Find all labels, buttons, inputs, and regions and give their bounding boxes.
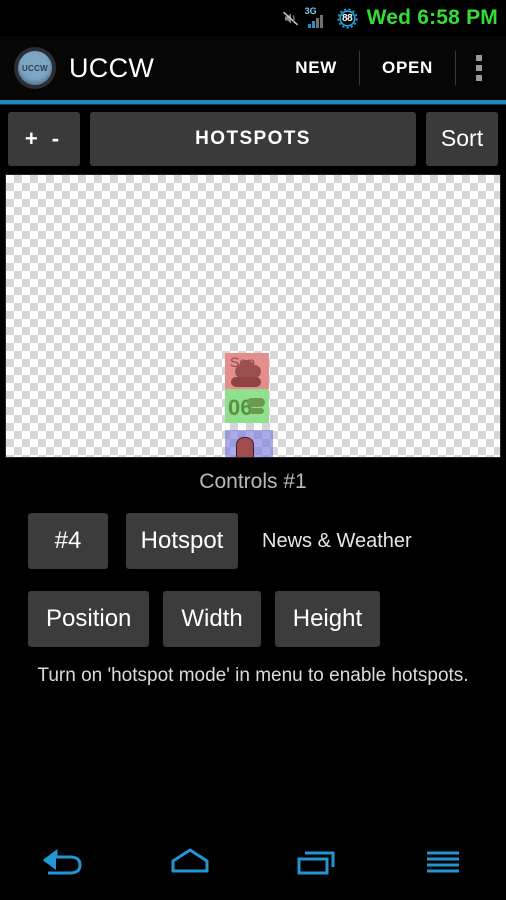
controls-title: Controls #1 — [199, 470, 307, 493]
action-bar: UCCW UCCW NEW OPEN — [0, 36, 506, 100]
sort-button[interactable]: Sort — [426, 111, 498, 166]
editor-toolbar: + - HOTSPOTS Sort — [0, 105, 506, 172]
battery-bar — [236, 437, 254, 457]
home-icon[interactable] — [148, 830, 232, 892]
battery-level-label: 88 — [341, 12, 353, 24]
new-button[interactable]: NEW — [273, 45, 359, 91]
cloud-shape — [247, 398, 265, 407]
add-remove-button[interactable]: + - — [8, 111, 80, 166]
controls-row-primary: #4 Hotspot News & Weather — [0, 512, 506, 570]
cloud-shape — [250, 408, 264, 414]
hotspot-region-2[interactable]: 06 — [225, 389, 269, 423]
width-button[interactable]: Width — [163, 591, 261, 647]
logo-label: UCCW — [21, 63, 49, 73]
app-root: 3G 88 Wed 6:58 PM UCCW UCCW NEW OPEN + -… — [0, 0, 506, 900]
controls-row-secondary: Position Width Height — [0, 590, 506, 648]
page-title: UCCW — [69, 52, 155, 83]
recent-apps-icon[interactable] — [274, 830, 358, 892]
hotspot-mode-hint: Turn on 'hotspot mode' in menu to enable… — [37, 665, 469, 686]
position-button[interactable]: Position — [28, 591, 150, 647]
status-bar: 3G 88 Wed 6:58 PM — [0, 0, 506, 36]
hotspots-button[interactable]: HOTSPOTS — [90, 111, 416, 166]
hotspot-association-label: News & Weather — [262, 529, 412, 552]
menu-lines-icon[interactable] — [401, 830, 485, 892]
uccw-logo-icon: UCCW — [14, 47, 56, 89]
widget-preview-canvas[interactable]: Sep 06 Battery 3 Wed Thu — [5, 174, 501, 458]
object-index-button[interactable]: #4 — [28, 513, 108, 569]
back-arrow-icon[interactable] — [21, 830, 105, 892]
cloud-shape — [231, 377, 261, 387]
battery-gear-icon: 88 — [337, 8, 358, 29]
open-button[interactable]: OPEN — [360, 45, 455, 91]
status-icons: 3G 88 — [282, 6, 358, 29]
status-clock: Wed 6:58 PM — [366, 6, 498, 29]
cloud-shape — [239, 360, 254, 373]
system-navigation-bar — [0, 822, 506, 900]
object-type-button[interactable]: Hotspot — [126, 513, 238, 569]
mute-icon — [282, 10, 299, 27]
hotspot-region-3[interactable]: Battery 3 — [225, 430, 273, 457]
hotspot-region-1[interactable]: Sep — [225, 353, 269, 389]
overflow-menu-icon[interactable] — [456, 45, 502, 91]
signal-bars-icon: 3G — [305, 6, 330, 28]
height-button[interactable]: Height — [274, 591, 381, 647]
